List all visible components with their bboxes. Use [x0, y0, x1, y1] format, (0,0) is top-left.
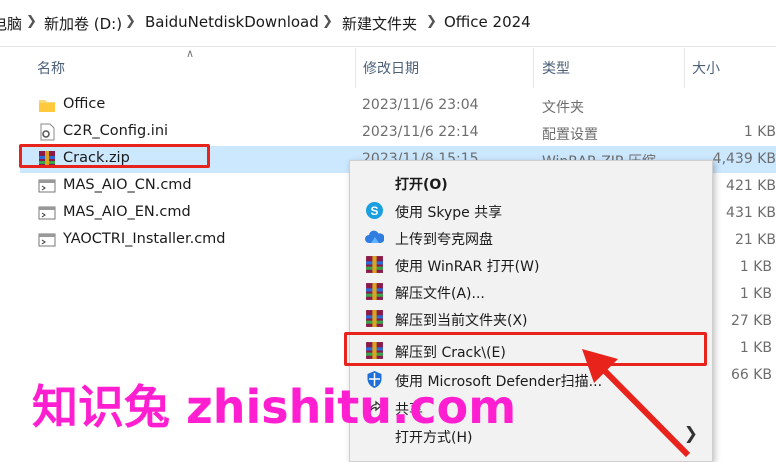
- cloud-icon: [365, 230, 384, 243]
- breadcrumb-baidunetdisk[interactable]: BaiduNetdiskDownload: [145, 13, 319, 31]
- chevron-right-icon[interactable]: ❯: [125, 14, 136, 29]
- column-divider[interactable]: [355, 48, 356, 88]
- menu-item-open[interactable]: 打开(O): [350, 169, 712, 196]
- file-row-c2r-config[interactable]: C2R_Config.ini 2023/11/6 22:14 配置设置 1 KB: [20, 119, 776, 146]
- file-row-office[interactable]: Office 2023/11/6 23:04 文件夹: [20, 92, 776, 119]
- menu-item-label: 使用 Skype 共享: [395, 205, 503, 221]
- chevron-right-icon[interactable]: ❯: [26, 14, 37, 29]
- file-name: Office: [63, 96, 106, 112]
- winrar-icon: [366, 283, 383, 300]
- skype-icon: S: [366, 202, 383, 219]
- column-header-size[interactable]: 大小: [692, 58, 720, 78]
- menu-item-label: 使用 WinRAR 打开(W): [395, 259, 540, 275]
- file-name: C2R_Config.ini: [63, 123, 169, 139]
- breadcrumb-new-folder[interactable]: 新建文件夹: [342, 13, 417, 34]
- cmd-file-icon: [38, 179, 56, 193]
- cmd-file-icon: [38, 206, 56, 220]
- breadcrumb-office-2024[interactable]: Office 2024: [444, 13, 531, 31]
- menu-item-label: 解压到当前文件夹(X): [395, 313, 528, 329]
- column-divider[interactable]: [684, 48, 685, 88]
- menu-item-open-with-winrar[interactable]: 使用 WinRAR 打开(W): [350, 251, 712, 278]
- menu-item-upload-quark[interactable]: 上传到夸克网盘: [350, 224, 712, 251]
- winrar-icon: [366, 256, 383, 273]
- folder-icon: [39, 100, 55, 112]
- file-name: MAS_AIO_CN.cmd: [63, 177, 192, 193]
- column-header-name[interactable]: 名称: [37, 58, 65, 78]
- file-size: 1 KB: [739, 259, 772, 275]
- file-size: 1 KB: [739, 286, 772, 302]
- winrar-icon: [366, 310, 383, 327]
- file-size: 4,439 KB: [712, 151, 776, 167]
- file-size: 66 KB: [730, 367, 772, 383]
- chevron-right-icon[interactable]: ❯: [322, 14, 333, 29]
- ini-file-icon: [40, 123, 55, 141]
- file-name: MAS_AIO_EN.cmd: [63, 204, 191, 220]
- highlight-box-crack: [19, 144, 210, 168]
- file-size: 1 KB: [743, 124, 776, 140]
- annotation-arrow-icon: [582, 349, 691, 457]
- menu-item-label: 打开(O): [395, 177, 448, 193]
- menu-item-label: 解压文件(A)...: [395, 286, 485, 302]
- menu-item-extract-here[interactable]: 解压到当前文件夹(X): [350, 305, 712, 332]
- watermark-text: 知识兔 zhishitu.com: [32, 380, 517, 434]
- file-size: 421 KB: [726, 178, 776, 194]
- file-name: YAOCTRI_Installer.cmd: [63, 231, 226, 247]
- column-header-date[interactable]: 修改日期: [363, 58, 419, 78]
- chevron-right-icon[interactable]: ❯: [426, 14, 437, 29]
- breadcrumb-this-pc[interactable]: 电脑: [0, 13, 22, 34]
- sort-up-icon: ∧: [186, 47, 195, 60]
- file-type: 配置设置: [542, 127, 598, 143]
- file-size: 27 KB: [730, 313, 772, 329]
- address-bar[interactable]: 电脑 ❯ 新加卷 (D:) ❯ BaiduNetdiskDownload ❯ 新…: [0, 0, 776, 47]
- file-size: 1 KB: [739, 340, 772, 356]
- breadcrumb-drive-d[interactable]: 新加卷 (D:): [44, 13, 122, 34]
- cmd-file-icon: [38, 233, 56, 247]
- column-header-type[interactable]: 类型: [542, 58, 570, 78]
- menu-item-skype-share[interactable]: S 使用 Skype 共享: [350, 197, 712, 224]
- menu-item-label: 上传到夸克网盘: [395, 232, 493, 248]
- menu-item-extract-files[interactable]: 解压文件(A)...: [350, 278, 712, 305]
- file-date: 2023/11/6 23:04: [362, 97, 479, 113]
- file-size: 431 KB: [726, 205, 776, 221]
- svg-text:S: S: [370, 204, 378, 218]
- file-date: 2023/11/6 22:14: [362, 124, 479, 140]
- file-size: 21 KB: [734, 232, 776, 248]
- file-type: 文件夹: [542, 100, 584, 116]
- column-divider[interactable]: [533, 48, 534, 88]
